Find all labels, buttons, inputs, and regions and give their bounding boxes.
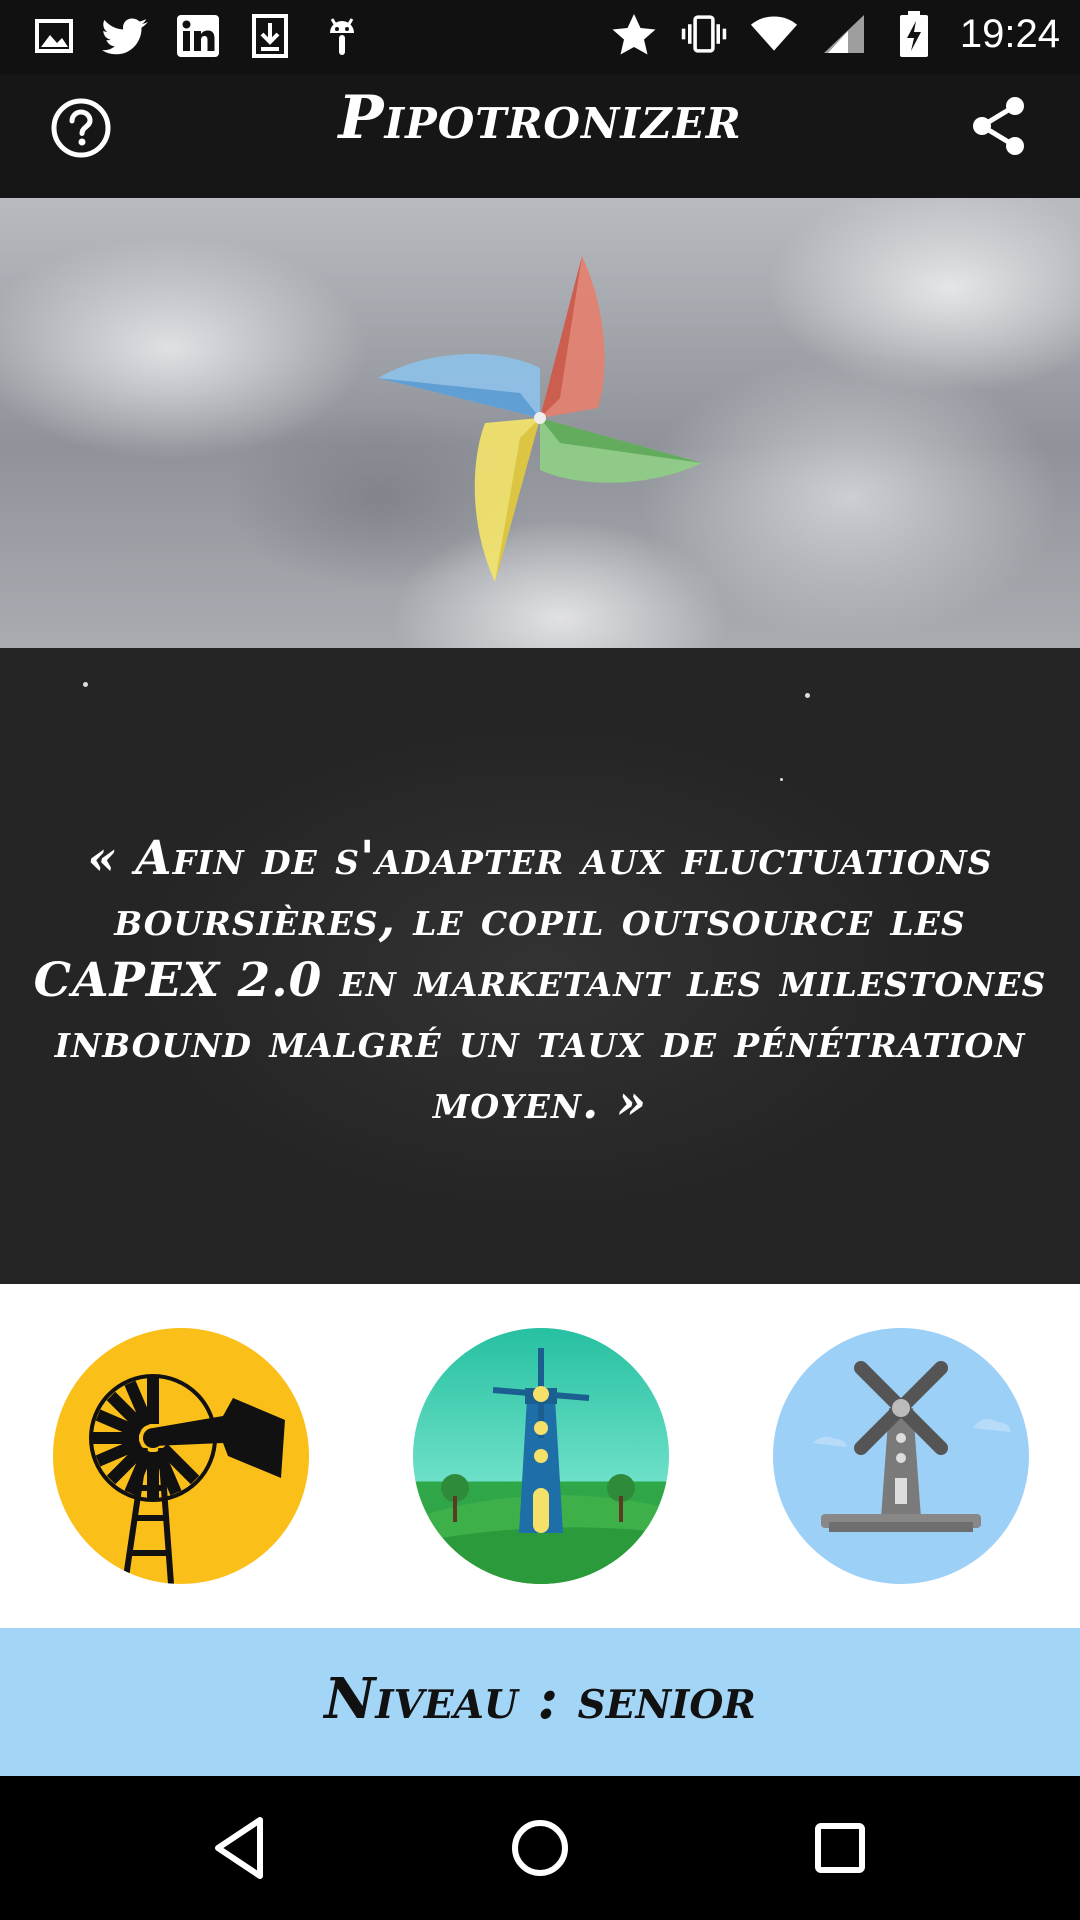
windpump-icon: [89, 1374, 285, 1584]
gallery-icon: [30, 12, 78, 60]
quote-board[interactable]: « Afin de s'adapter aux fluctuations bou…: [0, 648, 1080, 1284]
home-icon: [512, 1820, 568, 1876]
app-title: Pipotronizer: [338, 83, 742, 153]
level-label: Niveau : senior: [324, 1666, 756, 1732]
recents-icon: [815, 1823, 865, 1873]
windmill-tower-icon: [413, 1348, 669, 1584]
star-icon: [610, 10, 658, 58]
share-icon: [973, 97, 1024, 155]
battery-charging-icon: [890, 10, 938, 58]
level-junior-button[interactable]: [53, 1328, 309, 1584]
home-button[interactable]: [504, 1812, 576, 1884]
status-bar: 19:24: [0, 0, 1080, 75]
wifi-icon: [750, 10, 798, 58]
back-icon: [215, 1817, 263, 1879]
level-medior-button[interactable]: [413, 1328, 669, 1584]
clock-time: 19:24: [959, 11, 1060, 56]
chalk-dust: [805, 693, 810, 698]
vibrate-icon: [680, 10, 728, 58]
twitter-icon: [102, 12, 150, 60]
windmill-icon: [813, 1361, 1011, 1532]
signal-icon: [820, 10, 868, 58]
linkedin-icon: [174, 12, 222, 60]
pinwheel-logo: [378, 256, 702, 582]
navigation-bar: [0, 1776, 1080, 1920]
share-button[interactable]: [968, 95, 1030, 157]
level-indicator: Niveau : senior: [0, 1628, 1080, 1776]
download-icon: [246, 12, 294, 60]
quote-text: « Afin de s'adapter aux fluctuations bou…: [33, 831, 1047, 1130]
back-button[interactable]: [204, 1812, 276, 1884]
android-icon: [318, 12, 366, 60]
level-selector: [0, 1284, 1080, 1628]
recents-button[interactable]: [804, 1812, 876, 1884]
level-senior-button[interactable]: [773, 1328, 1029, 1584]
hero-image: [0, 198, 1080, 648]
chalk-dust: [780, 778, 783, 781]
app-bar: Pipotronizer: [0, 75, 1080, 198]
chalk-dust: [83, 682, 88, 687]
